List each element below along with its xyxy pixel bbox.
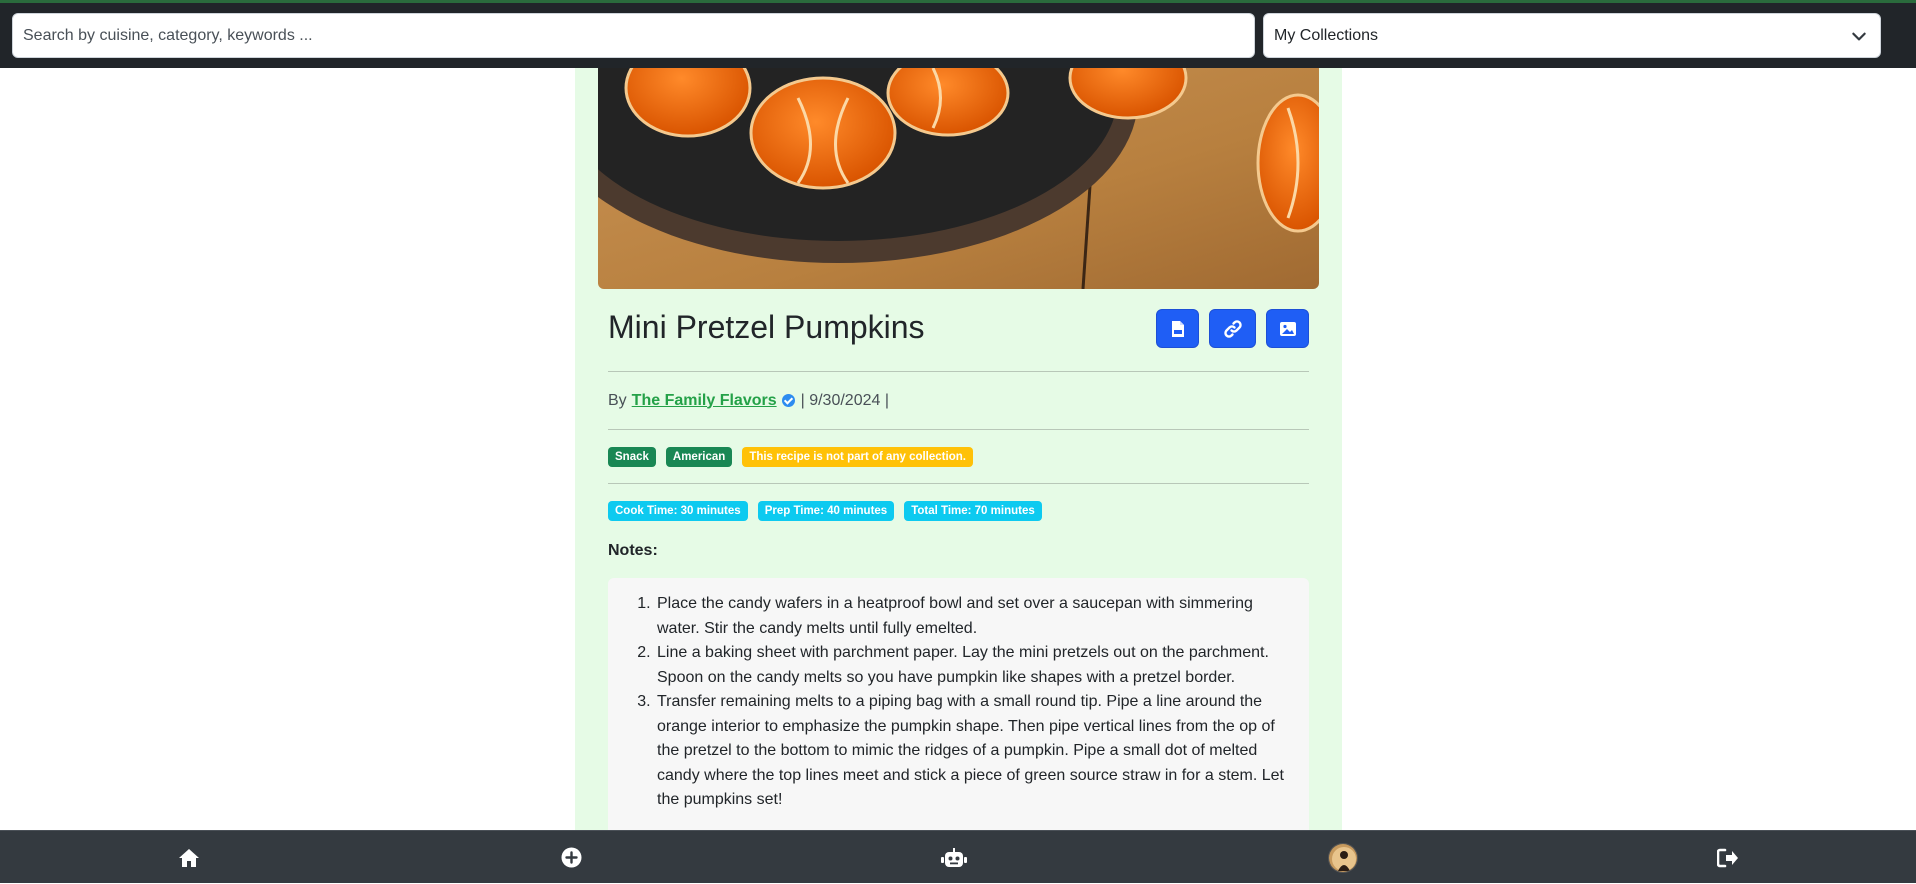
recipe-card: Mini Pretzel Pumpkins By The Family Flav… bbox=[575, 68, 1342, 830]
nav-logout[interactable] bbox=[1698, 831, 1758, 884]
byline: By The Family Flavors | 9/30/2024 | bbox=[608, 372, 1309, 429]
nav-profile[interactable] bbox=[1313, 831, 1373, 884]
list-item: Transfer remaining melts to a piping bag… bbox=[655, 690, 1293, 813]
image-icon bbox=[1279, 321, 1296, 336]
list-item: Line a baking sheet with parchment paper… bbox=[655, 641, 1293, 690]
nav-assistant[interactable] bbox=[924, 831, 984, 884]
collection-status-badge: This recipe is not part of any collectio… bbox=[742, 446, 973, 467]
total-time-badge: Total Time: 70 minutes bbox=[904, 501, 1042, 521]
time-badges: Cook Time: 30 minutes Prep Time: 40 minu… bbox=[608, 484, 1309, 538]
collections-select[interactable]: My Collections bbox=[1263, 13, 1881, 58]
page-title: Mini Pretzel Pumpkins bbox=[608, 309, 925, 345]
nav-add-recipe[interactable] bbox=[541, 831, 601, 884]
change-image-button[interactable] bbox=[1266, 309, 1309, 348]
nav-home[interactable] bbox=[159, 831, 219, 884]
tag-list: Snack American This recipe is not part o… bbox=[608, 430, 1309, 483]
recipe-hero-image bbox=[598, 68, 1319, 289]
list-item: Place the candy wafers in a heatproof bo… bbox=[655, 592, 1293, 641]
chevron-down-icon bbox=[1852, 32, 1866, 41]
prep-time-badge: Prep Time: 40 minutes bbox=[757, 501, 895, 521]
by-label: By bbox=[608, 391, 627, 409]
logout-icon bbox=[1717, 848, 1738, 867]
notes-box: Place the candy wafers in a heatproof bo… bbox=[608, 578, 1309, 830]
steps-list: Place the candy wafers in a heatproof bo… bbox=[655, 592, 1293, 813]
home-icon bbox=[179, 848, 199, 867]
collections-selected-value: My Collections bbox=[1274, 26, 1379, 44]
export-pdf-button[interactable] bbox=[1156, 309, 1199, 348]
cook-time-badge: Cook Time: 30 minutes bbox=[608, 501, 748, 521]
tag-badge[interactable]: American bbox=[665, 446, 733, 467]
notes-heading: Notes: bbox=[608, 542, 658, 559]
link-icon bbox=[1223, 319, 1242, 338]
recipe-actions bbox=[1156, 309, 1309, 348]
title-row: Mini Pretzel Pumpkins bbox=[608, 289, 1309, 371]
robot-icon bbox=[941, 847, 967, 867]
avatar bbox=[1328, 842, 1358, 873]
tag-badge[interactable]: Snack bbox=[608, 446, 656, 467]
copy-link-button[interactable] bbox=[1209, 309, 1256, 348]
recipe-content: Mini Pretzel Pumpkins By The Family Flav… bbox=[608, 289, 1309, 830]
search-input[interactable] bbox=[12, 13, 1255, 58]
bottom-nav bbox=[0, 830, 1916, 883]
verified-icon bbox=[781, 394, 795, 407]
plus-circle-icon bbox=[561, 847, 581, 868]
author-link[interactable]: The Family Flavors bbox=[632, 392, 777, 410]
recipe-date: | 9/30/2024 | bbox=[800, 391, 889, 409]
top-bar: My Collections bbox=[0, 0, 1916, 68]
file-pdf-icon bbox=[1171, 320, 1184, 337]
